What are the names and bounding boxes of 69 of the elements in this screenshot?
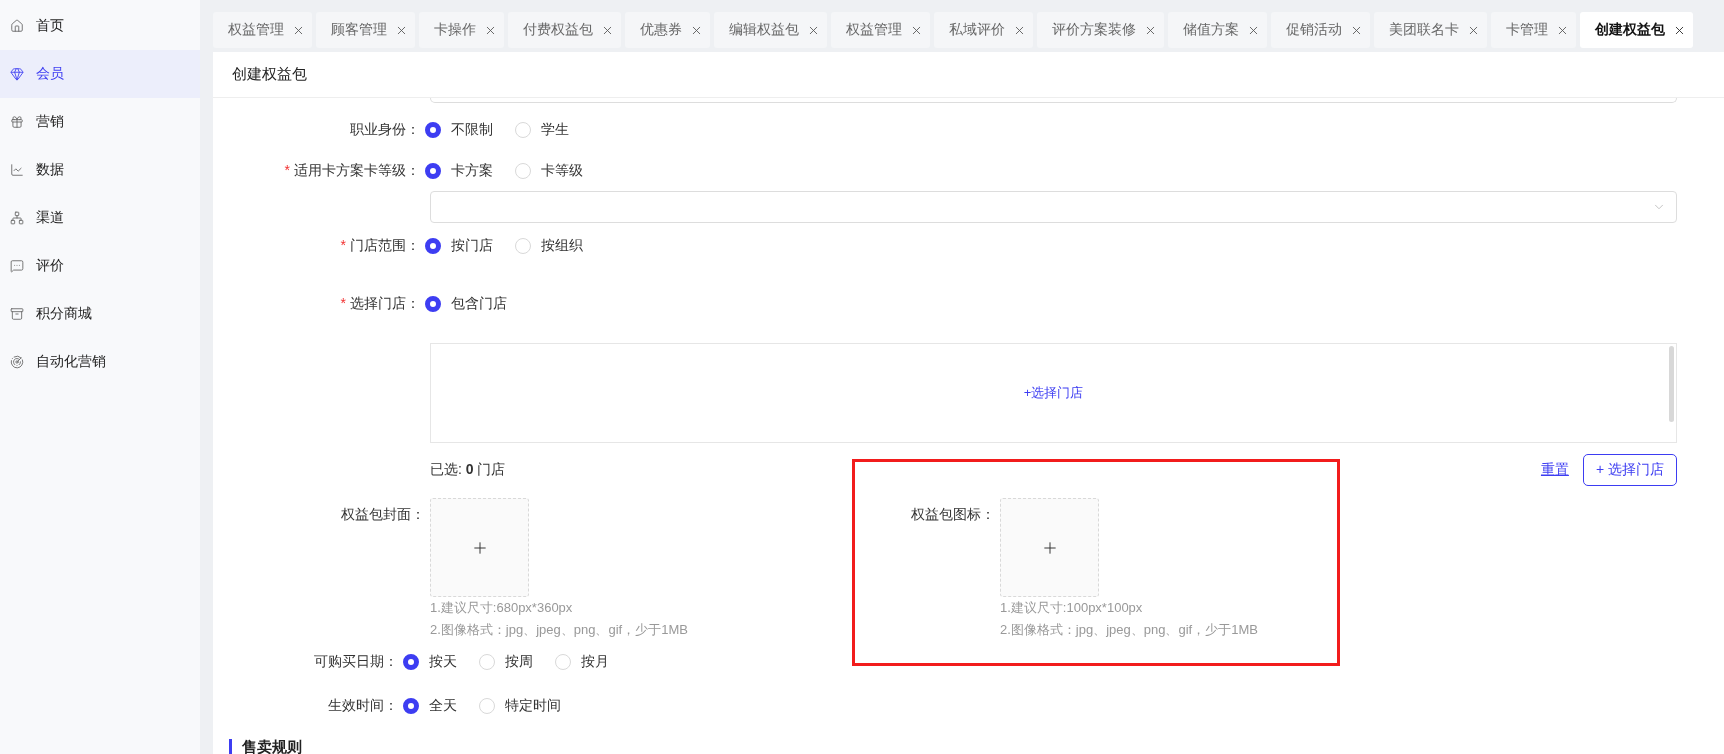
section-marker	[229, 739, 232, 754]
tab[interactable]: 私域评价	[934, 12, 1033, 48]
section-title: 售卖规则	[242, 737, 302, 754]
radar-icon	[10, 355, 24, 369]
home-icon	[10, 19, 24, 33]
tab[interactable]: 美团联名卡	[1374, 12, 1487, 48]
select-field[interactable]	[430, 191, 1677, 223]
radio-option[interactable]: 按门店	[425, 237, 493, 255]
tab[interactable]: 权益管理	[831, 12, 930, 48]
diamond-icon	[10, 67, 24, 81]
sidebar-item[interactable]: 积分商城	[0, 290, 200, 338]
field-label: * 适用卡方案卡等级：	[283, 162, 421, 180]
radio-option[interactable]: 按组织	[515, 237, 583, 255]
selected-count: 已选: 0 门店	[430, 461, 507, 479]
hierarchy-icon	[10, 211, 24, 225]
tab[interactable]: 权益管理	[213, 12, 312, 48]
field-label: * 选择门店：	[339, 295, 421, 313]
gift-icon	[10, 115, 24, 129]
upload-hint: 2.图像格式：jpg、jpeg、png、gif，少于1MB	[1000, 621, 1258, 639]
radio-option[interactable]: 卡方案	[425, 162, 493, 180]
radio-option[interactable]: 按天	[403, 653, 457, 671]
tab[interactable]: 评价方案装修	[1037, 12, 1164, 48]
radio-option[interactable]: 学生	[515, 121, 569, 139]
field-label: 可购买日期：	[313, 653, 399, 671]
scrollbar-thumb[interactable]	[1669, 346, 1674, 422]
sidebar-item[interactable]: 评价	[0, 242, 200, 290]
radio-option[interactable]: 卡等级	[515, 162, 583, 180]
upload-hint: 1.建议尺寸:100px*100px	[1000, 599, 1144, 617]
radio-option[interactable]: 按周	[479, 653, 533, 671]
field-label: 权益包图标：	[910, 505, 996, 524]
radio-icon[interactable]	[403, 654, 419, 670]
radio-icon[interactable]	[425, 238, 441, 254]
tab[interactable]: 卡操作	[419, 12, 504, 48]
field-label: 职业身份：	[349, 121, 421, 139]
sidebar-item[interactable]: 渠道	[0, 194, 200, 242]
tab[interactable]: 顾客管理	[316, 12, 415, 48]
radio-icon[interactable]	[425, 163, 441, 179]
page-title: 创建权益包	[213, 52, 1724, 98]
tab[interactable]: 创建权益包	[1580, 12, 1693, 48]
tab[interactable]: 储值方案	[1168, 12, 1267, 48]
archive-icon	[10, 307, 24, 321]
select-store-button[interactable]: + 选择门店	[1582, 454, 1677, 486]
tab[interactable]: 付费权益包	[508, 12, 621, 48]
chat-icon	[10, 259, 24, 273]
tab[interactable]: 优惠券	[625, 12, 710, 48]
sidebar-item[interactable]: 数据	[0, 146, 200, 194]
sidebar-item[interactable]: 营销	[0, 98, 200, 146]
radio-icon[interactable]	[425, 296, 441, 312]
tab[interactable]: 促销活动	[1271, 12, 1370, 48]
upload-hint: 2.图像格式：jpg、jpeg、png、gif，少于1MB	[430, 621, 688, 639]
sidebar-item[interactable]: 自动化营销	[0, 338, 200, 386]
field-label: 生效时间：	[327, 697, 399, 715]
radio-option[interactable]: 全天	[403, 697, 457, 715]
radio-option[interactable]: 包含门店	[425, 295, 507, 313]
radio-icon[interactable]	[425, 122, 441, 138]
radio-option[interactable]: 特定时间	[479, 697, 561, 715]
sidebar-item[interactable]: 首页	[0, 2, 200, 50]
sidebar-item[interactable]: 会员	[0, 50, 200, 98]
select-store-link[interactable]: +选择门店	[1023, 384, 1084, 402]
line-chart-icon	[10, 163, 24, 177]
radio-icon[interactable]	[403, 698, 419, 714]
radio-option[interactable]: 不限制	[425, 121, 493, 139]
field-label: * 门店范围：	[339, 237, 421, 255]
field-label: 权益包封面：	[340, 505, 426, 524]
radio-option[interactable]: 按月	[555, 653, 609, 671]
tab[interactable]: 编辑权益包	[714, 12, 827, 48]
reset-link[interactable]: 重置	[1540, 461, 1569, 479]
upload-hint: 1.建议尺寸:680px*360px	[430, 599, 574, 617]
tab[interactable]: 卡管理	[1491, 12, 1576, 48]
